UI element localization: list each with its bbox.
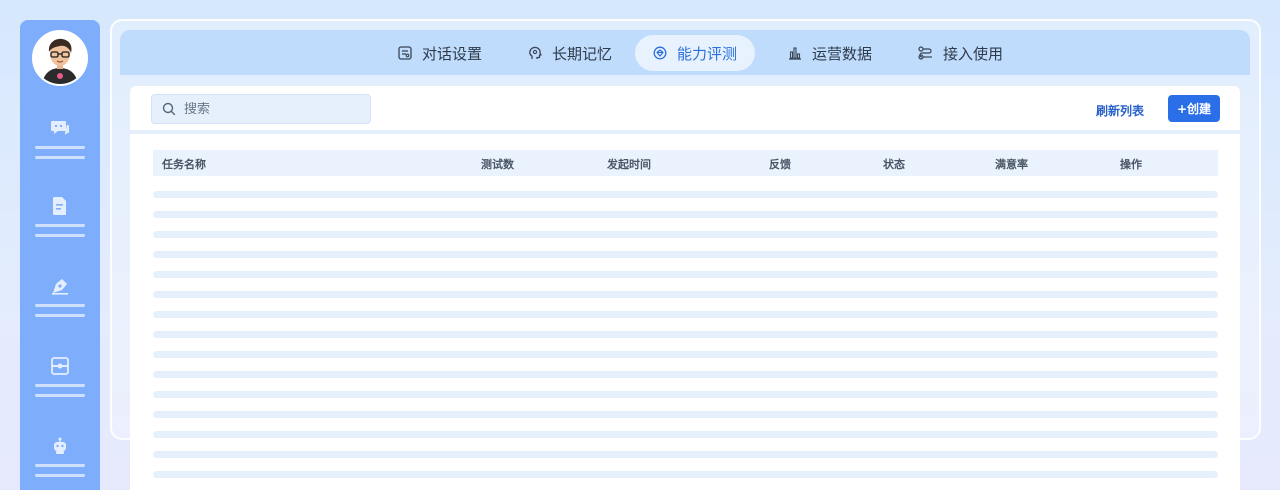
skeleton-row — [153, 371, 1218, 378]
search-input[interactable] — [184, 101, 354, 117]
robot-icon — [54, 437, 66, 454]
column-header-start-time: 发起时间 — [607, 158, 651, 171]
search-box[interactable] — [151, 94, 371, 124]
skeleton-row — [153, 471, 1218, 478]
integration-icon — [918, 46, 932, 60]
column-header-actions: 操作 — [1120, 158, 1142, 171]
skeleton-row — [153, 391, 1218, 398]
tab-bar: 对话设置 长期记忆 能力评测 运营数据 接入使用 — [120, 30, 1250, 75]
tab-label: 接入使用 — [943, 44, 1004, 63]
chat-icon — [51, 121, 69, 135]
sidebar-item-label-bar — [35, 394, 85, 397]
main-panel: 刷新列表 +创建 任务名称 测试数 发起时间 反馈 状态 满意率 操作 — [130, 86, 1240, 490]
table-header: 任务名称 测试数 发起时间 反馈 状态 满意率 操作 — [153, 150, 1218, 176]
sidebar-item-label-bar — [35, 224, 85, 227]
evaluation-icon — [653, 46, 667, 60]
sidebar-item-label-bar — [35, 464, 85, 467]
sidebar-item-label-bar — [35, 146, 85, 149]
skeleton-row — [153, 431, 1218, 438]
skeleton-row — [153, 271, 1218, 278]
tab-label: 运营数据 — [812, 44, 873, 63]
column-header-status: 状态 — [883, 158, 905, 171]
skeleton-row — [153, 451, 1218, 458]
skeleton-row — [153, 331, 1218, 338]
chat-settings-icon — [398, 46, 412, 60]
column-header-satisfaction: 满意率 — [995, 158, 1028, 171]
memory-head-icon — [529, 46, 542, 59]
tab-label: 长期记忆 — [552, 44, 613, 63]
tab-capability-evaluation[interactable]: 能力评测 — [635, 35, 756, 71]
sidebar — [20, 20, 100, 490]
create-button[interactable]: +创建 — [1168, 95, 1220, 122]
skeleton-row — [153, 231, 1218, 238]
sidebar-item-label-bar — [35, 156, 85, 159]
avatar[interactable] — [32, 30, 88, 86]
document-edit-icon — [53, 197, 66, 215]
media-icon — [51, 357, 69, 375]
bar-chart-icon — [789, 47, 801, 60]
column-header-feedback: 反馈 — [769, 158, 791, 171]
skeleton-row — [153, 191, 1218, 198]
search-icon — [162, 102, 176, 116]
tab-chat-settings[interactable]: 对话设置 — [380, 35, 500, 71]
tab-integration[interactable]: 接入使用 — [900, 35, 1021, 71]
skeleton-row — [153, 311, 1218, 318]
divider — [130, 130, 1240, 134]
sidebar-item-label-bar — [35, 384, 85, 387]
skeleton-row — [153, 211, 1218, 218]
skeleton-row — [153, 291, 1218, 298]
tab-long-term-memory[interactable]: 长期记忆 — [510, 35, 630, 71]
sidebar-item-label-bar — [35, 304, 85, 307]
skeleton-row — [153, 251, 1218, 258]
sidebar-item-label-bar — [35, 234, 85, 237]
tab-label: 对话设置 — [422, 44, 483, 63]
sidebar-item-label-bar — [35, 474, 85, 477]
column-header-task-name: 任务名称 — [162, 158, 206, 171]
sidebar-item-label-bar — [35, 314, 85, 317]
column-header-test-count: 测试数 — [481, 158, 514, 171]
tab-operations-data[interactable]: 运营数据 — [770, 35, 890, 71]
skeleton-row — [153, 351, 1218, 358]
skeleton-row — [153, 411, 1218, 418]
refresh-list-button[interactable]: 刷新列表 — [1096, 102, 1144, 119]
pen-icon — [52, 279, 68, 295]
tab-label: 能力评测 — [677, 44, 738, 63]
